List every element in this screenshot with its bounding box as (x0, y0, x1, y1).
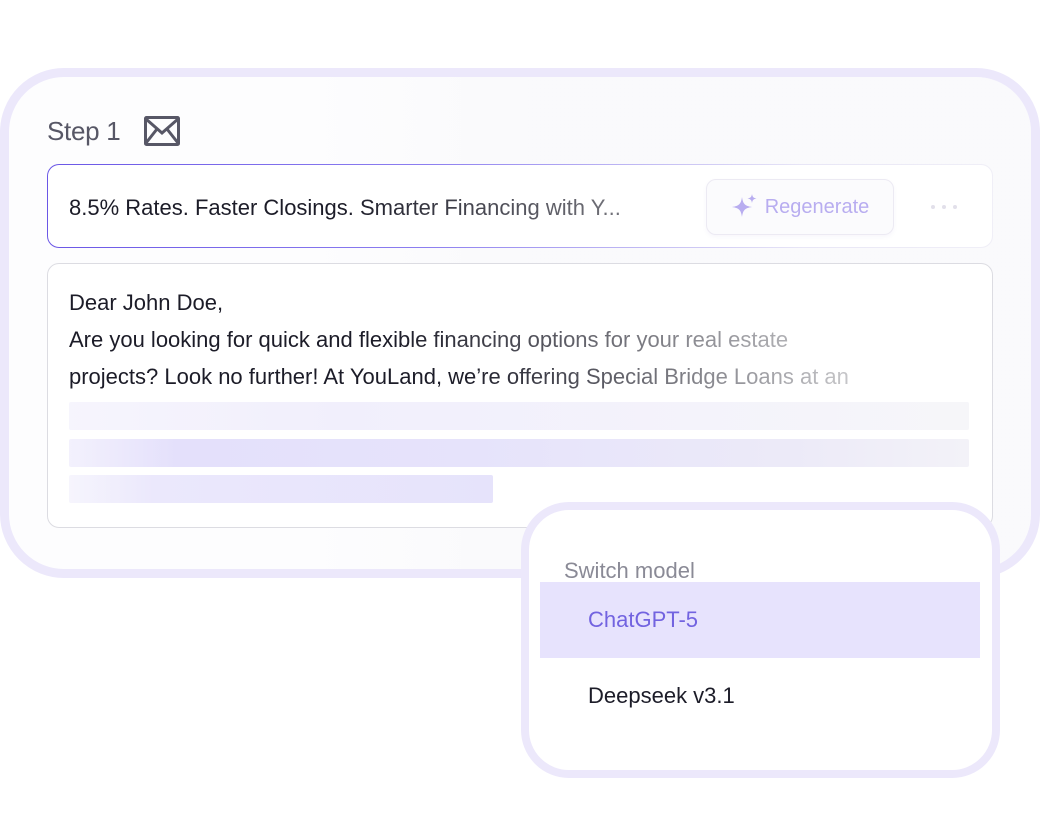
model-option-label: ChatGPT-5 (588, 607, 699, 632)
switch-model-popover: Switch model ChatGPT-5 Deepseek v3.1 (521, 502, 1000, 778)
envelope-icon (144, 116, 181, 146)
email-body-field[interactable]: Dear John Doe, Are you looking for quick… (47, 263, 993, 528)
email-greeting: Dear John Doe, (69, 290, 224, 315)
loading-skeleton-line (69, 439, 969, 467)
model-option-deepseek-v3-1[interactable]: Deepseek v3.1 (540, 658, 980, 734)
loading-skeleton-line (69, 402, 969, 430)
email-body-line: Are you looking for quick and flexible f… (69, 327, 789, 352)
regenerate-button[interactable]: Regenerate (706, 179, 894, 235)
loading-skeleton-line (69, 475, 493, 503)
ellipsis-icon[interactable] (922, 193, 966, 221)
model-option-label: Deepseek v3.1 (588, 683, 735, 708)
stage: Step 1 8.5% Rates. Faster Closings. Smar… (0, 0, 1040, 830)
email-subject-field[interactable]: 8.5% Rates. Faster Closings. Smarter Fin… (47, 164, 993, 248)
email-body-line: projects? Look no further! At YouLand, w… (69, 364, 849, 389)
switch-model-title: Switch model (564, 558, 695, 583)
sparkle-icon (731, 193, 759, 221)
step-label: Step 1 (47, 115, 121, 146)
email-subject-text: 8.5% Rates. Faster Closings. Smarter Fin… (69, 195, 621, 220)
step-header: Step 1 (47, 114, 181, 148)
regenerate-label: Regenerate (764, 195, 870, 218)
model-option-chatgpt-5[interactable]: ChatGPT-5 (540, 582, 980, 658)
